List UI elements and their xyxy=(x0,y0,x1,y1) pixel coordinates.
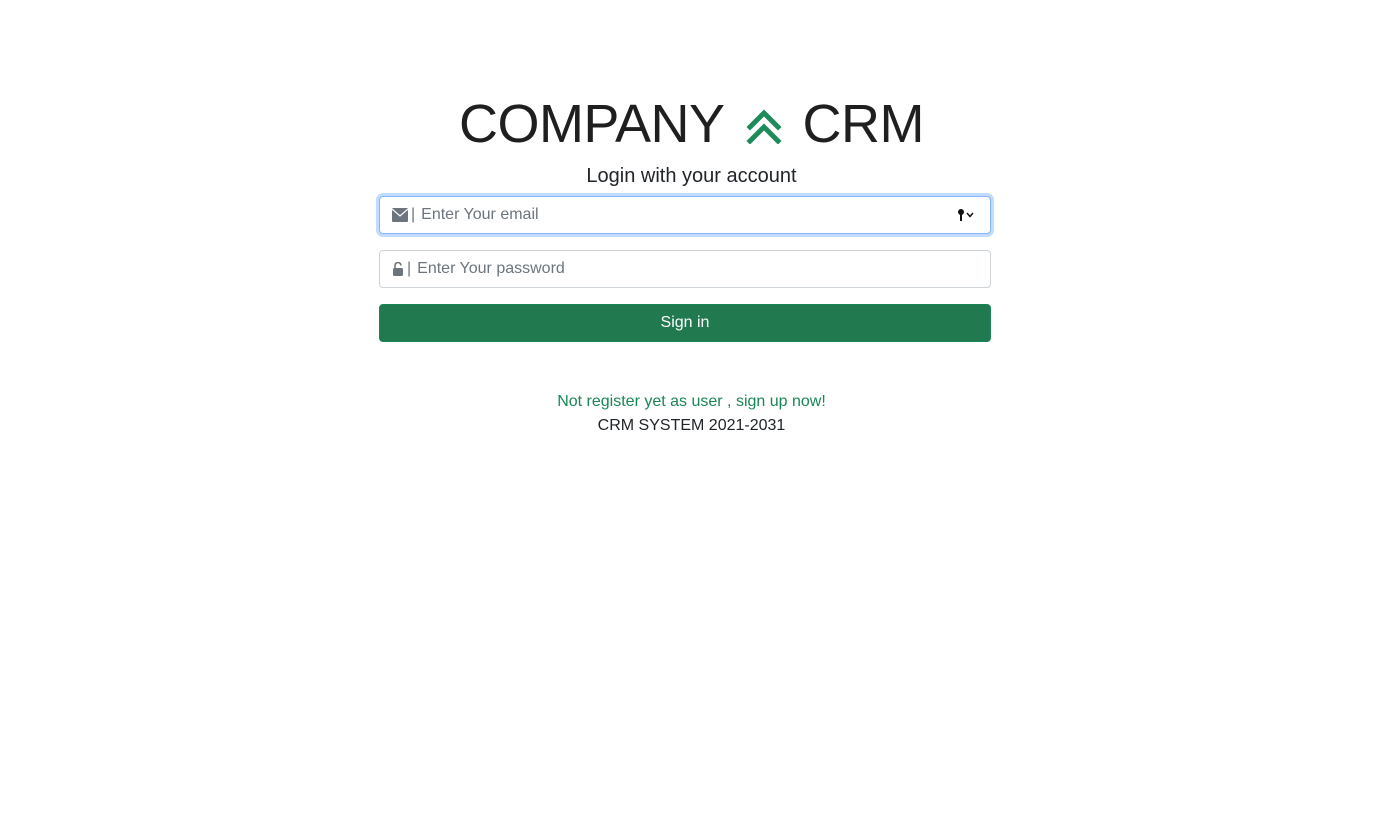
email-field: | xyxy=(379,196,991,234)
signup-link[interactable]: Not register yet as user , sign up now! xyxy=(557,393,826,410)
login-subtitle: Login with your account xyxy=(586,165,797,187)
footer-copyright: CRM SYSTEM 2021-2031 xyxy=(597,417,786,434)
brand-title: COMPANY CRM xyxy=(0,90,1383,158)
double-chevron-up-icon xyxy=(746,92,782,145)
brand-company-text: COMPANY xyxy=(458,94,724,154)
unlock-icon xyxy=(392,262,404,276)
password-field: | xyxy=(379,250,991,288)
password-separator: | xyxy=(407,260,412,277)
key-autofill-icon[interactable] xyxy=(957,208,977,222)
password-input[interactable] xyxy=(417,252,958,286)
email-input[interactable] xyxy=(421,198,962,232)
brand-crm-text: CRM xyxy=(802,94,925,154)
signup-link-container: Not register yet as user , sign up now! xyxy=(0,392,1383,412)
envelope-icon xyxy=(392,208,408,222)
sign-in-button[interactable]: Sign in xyxy=(379,304,991,342)
login-page: COMPANY CRM Login with your account | En… xyxy=(0,0,1383,822)
email-separator: | xyxy=(411,206,416,223)
